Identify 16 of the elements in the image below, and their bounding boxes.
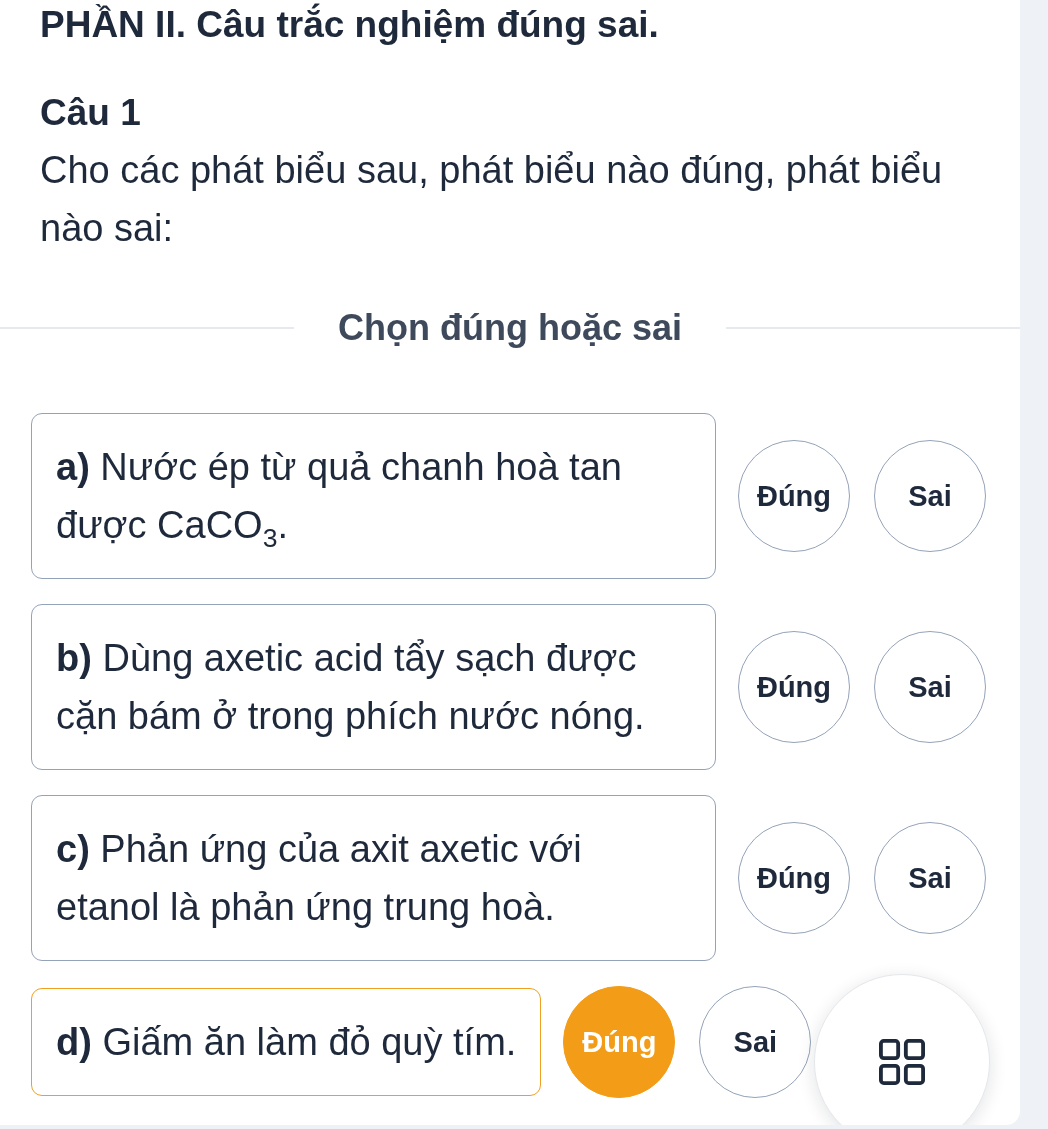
answer-option-button[interactable]: Đúng <box>738 440 850 552</box>
question-label: Câu 1 <box>39 91 142 135</box>
section-title: PHẦN II. Câu trắc nghiệm đúng sai. <box>39 2 660 47</box>
answer-option-button[interactable]: Đúng <box>738 631 850 743</box>
question-text: Cho các phát biểu sau, phát biểu nào đúng, phát biểu nào sai: <box>39 148 944 251</box>
grid-icon <box>879 1039 925 1085</box>
statement-text: a) Nước ép từ quả chanh hoà tan được CaCO$_{3}$. <box>56 445 623 554</box>
answer-option-button[interactable]: Sai <box>874 822 986 934</box>
answer-option-button[interactable]: Sai <box>874 631 986 743</box>
answer-option-button[interactable]: Đúng <box>738 822 850 934</box>
answer-option-button[interactable]: Sai <box>874 440 986 552</box>
divider-label: Chọn đúng hoặc sai <box>338 307 682 349</box>
statement-text: d) Giấm ăn làm đỏ quỳ tím. <box>56 1020 517 1065</box>
answer-option-button[interactable]: Sai <box>699 986 812 1098</box>
statement-text: c) Phản ứng của axit axetic với etanol là phản ứng trung hoà. <box>56 827 583 930</box>
statement-text: b) Dùng axetic acid tẩy sạch được cặn bám ở trong phích nước nóng. <box>56 636 646 739</box>
